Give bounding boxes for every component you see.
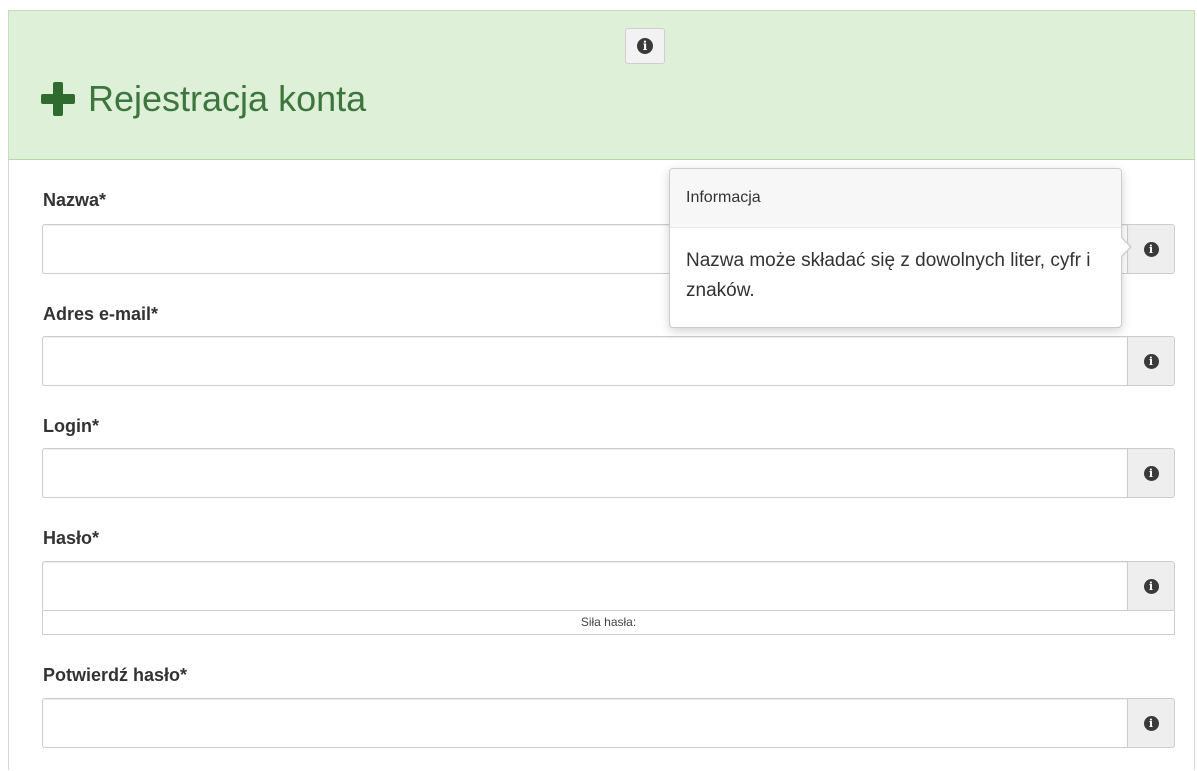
email-input-group: i (42, 336, 1175, 386)
password-input[interactable] (42, 561, 1127, 611)
login-info-button[interactable]: i (1127, 448, 1175, 498)
info-icon: i (1143, 578, 1159, 594)
confirm-password-label: Potwierdź hasło* (43, 665, 188, 685)
info-icon: i (1143, 353, 1159, 369)
popover-body: Nazwa może składać się z dowolnych liter… (686, 250, 1091, 301)
confirm-password-input[interactable] (42, 698, 1127, 748)
password-info-button[interactable]: i (1127, 561, 1175, 611)
info-icon: i (637, 38, 653, 54)
popover-title: Informacja (670, 169, 1121, 228)
top-strip (0, 0, 1197, 10)
info-icon: i (1143, 715, 1159, 731)
login-input[interactable] (42, 448, 1127, 498)
page-title-text: Rejestracja konta (88, 78, 367, 119)
confirm-password-input-group: i (42, 698, 1175, 748)
page-title: Rejestracja konta (40, 78, 366, 120)
email-label: Adres e-mail* (43, 304, 159, 324)
password-input-group: i (42, 561, 1175, 611)
plus-icon (40, 81, 76, 117)
info-icon: i (1143, 241, 1159, 257)
header-info-button[interactable]: i (625, 28, 665, 64)
name-info-button[interactable]: i (1127, 224, 1175, 274)
info-popover: Informacja Nazwa może składać się z dowo… (669, 168, 1122, 328)
popover-arrow-inner (1120, 237, 1130, 257)
password-label: Hasło* (43, 528, 100, 548)
login-input-group: i (42, 448, 1175, 498)
email-input[interactable] (42, 336, 1127, 386)
email-info-button[interactable]: i (1127, 336, 1175, 386)
password-strength-meter: Siła hasła: (42, 610, 1175, 635)
name-label: Nazwa* (43, 190, 107, 210)
info-icon: i (1143, 465, 1159, 481)
confirm-password-info-button[interactable]: i (1127, 698, 1175, 748)
login-label: Login* (43, 416, 99, 436)
